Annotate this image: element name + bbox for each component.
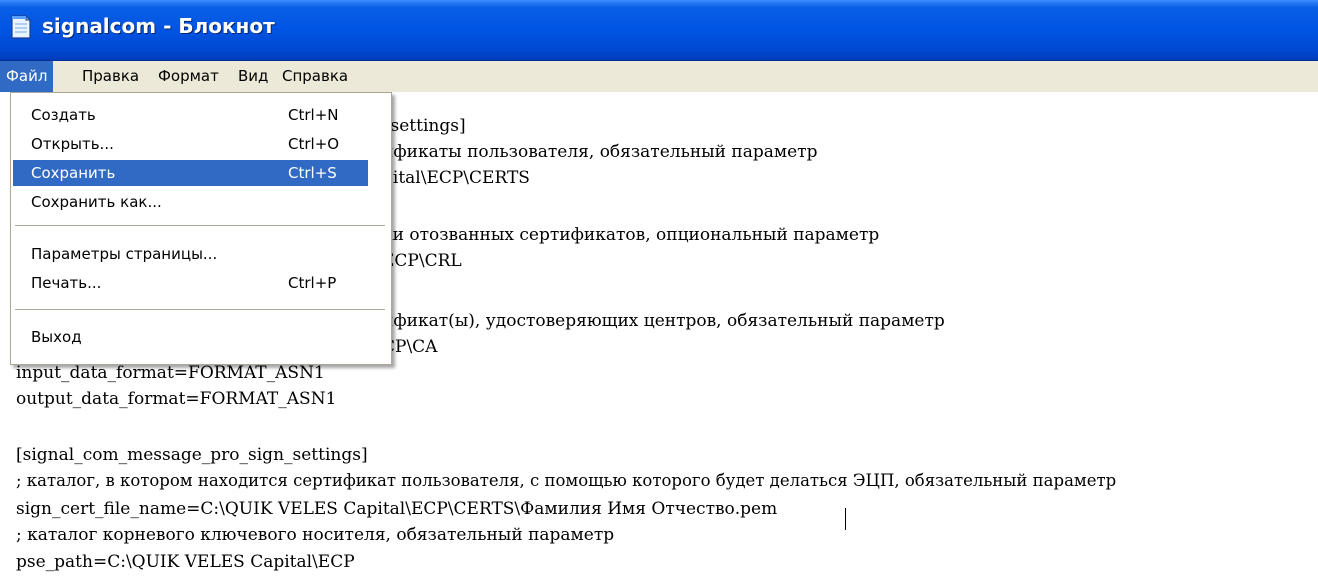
menu-item-shortcut: Ctrl+N	[288, 106, 339, 124]
editor-line: ; каталог, в котором находится сертифика…	[16, 471, 1117, 490]
menu-separator	[15, 225, 385, 227]
window-title: signalcom - Блокнот	[42, 14, 275, 38]
editor-line: ификат(ы), удостоверяющих центров, обяза…	[382, 311, 945, 331]
menu-item-shortcut: Ctrl+S	[288, 164, 337, 182]
editor-line: pital\ECP\CERTS	[382, 168, 530, 188]
editor-line: _settings]	[382, 116, 466, 136]
editor-line: pse_path=C:\QUIK VELES Capital\ECP	[16, 552, 355, 572]
menu-item-label: Сохранить	[31, 164, 116, 182]
menu-item-label: Открыть...	[31, 135, 114, 153]
menu-item-label: Выход	[31, 328, 82, 346]
editor-line: output_data_format=FORMAT_ASN1	[16, 389, 337, 409]
menu-separator	[15, 309, 385, 311]
menu-format[interactable]: Формат	[152, 61, 225, 92]
editor-line: ификаты пользователя, обязательный парам…	[382, 142, 818, 162]
file-menu-dropdown: Создать Ctrl+N Открыть... Ctrl+O Сохрани…	[10, 92, 392, 365]
menu-item-shortcut: Ctrl+O	[288, 135, 340, 153]
menu-item-shortcut: Ctrl+P	[288, 274, 337, 292]
menu-item-label: Сохранить как...	[31, 193, 162, 211]
menu-help[interactable]: Справка	[276, 61, 354, 92]
editor-line: ки отозванных сертификатов, опциональный…	[382, 225, 880, 245]
menu-item-open[interactable]: Открыть... Ctrl+O	[13, 131, 368, 157]
menu-edit[interactable]: Правка	[76, 61, 145, 92]
menu-item-save[interactable]: Сохранить Ctrl+S	[13, 160, 368, 186]
text-caret	[845, 508, 846, 530]
editor-line: sign_cert_file_name=C:\QUIK VELES Capita…	[16, 499, 778, 519]
menu-item-label: Параметры страницы...	[31, 245, 218, 263]
editor-line: ECP\CRL	[382, 251, 462, 271]
menu-item-print[interactable]: Печать... Ctrl+P	[13, 270, 368, 296]
menu-item-label: Создать	[31, 106, 96, 124]
editor-line: ; каталог корневого ключевого носителя, …	[16, 525, 615, 545]
menu-item-exit[interactable]: Выход	[13, 324, 368, 350]
menu-item-save-as[interactable]: Сохранить как...	[13, 189, 368, 215]
menu-item-page-setup[interactable]: Параметры страницы...	[13, 241, 368, 267]
title-bar[interactable]: signalcom - Блокнот	[0, 0, 1318, 61]
menu-item-new[interactable]: Создать Ctrl+N	[13, 102, 368, 128]
notepad-icon	[11, 14, 32, 39]
menu-item-label: Печать...	[31, 274, 102, 292]
menu-view[interactable]: Вид	[232, 61, 274, 92]
editor-line: [signal_com_message_pro_sign_settings]	[16, 445, 368, 465]
menu-bar: Файл Правка Формат Вид Справка	[0, 61, 1318, 92]
menu-file[interactable]: Файл	[0, 61, 54, 92]
